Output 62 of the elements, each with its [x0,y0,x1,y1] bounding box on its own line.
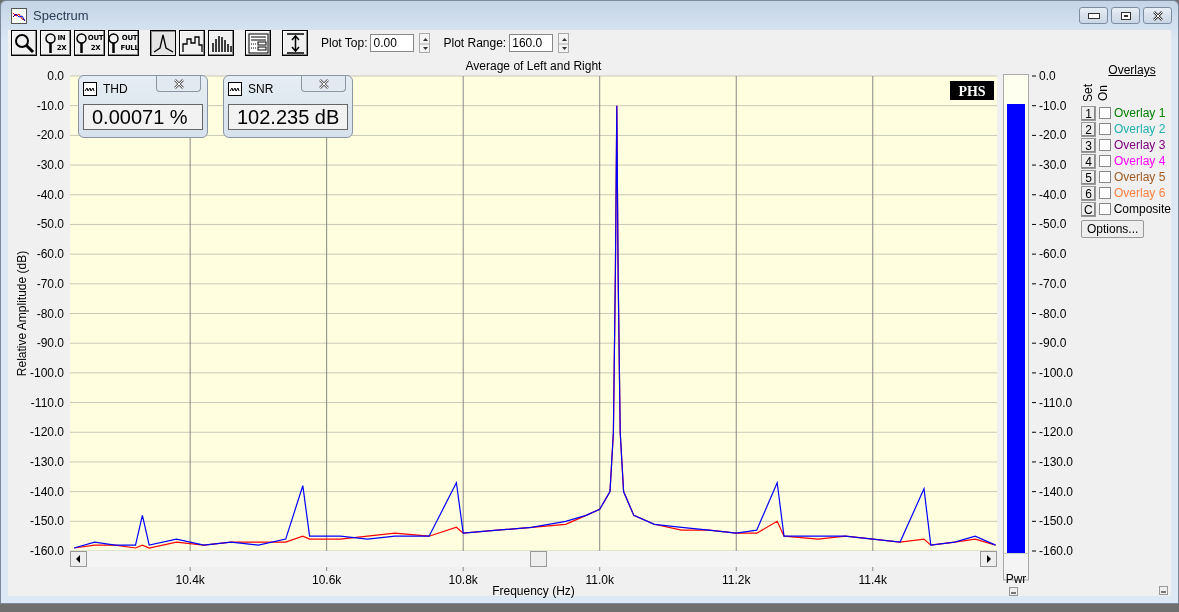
overlays-heading: Overlays [1108,63,1156,77]
tick-label: 11.2k [722,573,751,587]
readout-value: 102.235 dB [228,104,348,130]
tick-label: -80.0 [36,306,64,321]
window-title: Spectrum [33,8,89,23]
tick-label: -110.0 [30,395,64,410]
meter-scale-label: -10.0 [1039,98,1067,113]
meter-scale-label: -30.0 [1039,158,1067,173]
readout-label: THD [103,82,128,96]
overlay-label: Overlay 5 [1114,170,1166,184]
meter-scale-label: 0.0 [1039,69,1056,83]
tick-label: -70.0 [36,276,64,291]
field-label: Plot Range: [443,36,507,50]
overlay-label: Overlay 6 [1114,186,1166,200]
logo: PHS [950,81,994,100]
overlay-label: Composite [1113,202,1171,216]
readout-value: 0.00071 % [83,104,203,130]
tick-label: -20.0 [36,128,64,143]
tick-label: 10.4k [175,573,205,587]
tick-label: -100.0 [29,365,64,380]
tick-label: -90.0 [36,336,64,351]
meter-scale-label: -90.0 [1039,336,1067,351]
meter-scale-label: -40.0 [1039,187,1067,202]
tick-label: -10.0 [36,98,64,113]
meter-scale-label: -100.0 [1039,365,1074,380]
chart-title: Average of Left and Right [465,59,602,73]
tick-label: -130.0 [29,454,64,469]
meter-scale-label: -120.0 [1039,425,1074,440]
meter-scale-label: -70.0 [1039,276,1067,291]
meter-scale-label: -150.0 [1039,514,1074,529]
tick-label: 11.4k [858,573,887,587]
overlay-label: Overlay 4 [1114,154,1166,168]
tick-label: -140.0 [29,484,64,499]
meter-scale-label: -110.0 [1039,395,1073,410]
tick-label: -120.0 [29,425,64,440]
axis-title: Frequency (Hz) [492,584,575,598]
tick-label: -40.0 [36,187,64,202]
meter-scale-label: -60.0 [1039,247,1067,262]
tick-label: -160.0 [29,544,64,558]
tick-label: 10.6k [312,573,342,587]
tick-label: 0.0 [47,69,64,83]
meter-scale-label: -20.0 [1039,128,1067,143]
tick-label: -30.0 [36,158,64,173]
column-header: On [1096,85,1110,101]
tick-label: 11.0k [585,573,614,587]
meter-scale-label: -160.0 [1039,544,1074,558]
tick-label: -50.0 [36,217,64,232]
meter-scale-label: -80.0 [1039,306,1067,321]
field-label: Plot Top: [321,36,368,50]
column-header: Set [1081,84,1095,102]
meter-label: Pwr [1005,572,1027,586]
overlay-label: Overlay 2 [1114,122,1166,136]
overlay-label: Overlay 1 [1114,106,1166,120]
overlay-label: Overlay 3 [1114,138,1166,152]
meter-scale-label: -130.0 [1039,454,1074,469]
tick-label: -60.0 [36,247,64,262]
axis-title: Relative Amplitude (dB) [15,250,29,377]
readout-label: SNR [248,82,274,96]
meter-scale-label: -50.0 [1039,217,1067,232]
tick-label: -150.0 [29,514,64,529]
meter-scale-label: -140.0 [1039,484,1074,499]
tick-label: 10.8k [448,573,478,587]
